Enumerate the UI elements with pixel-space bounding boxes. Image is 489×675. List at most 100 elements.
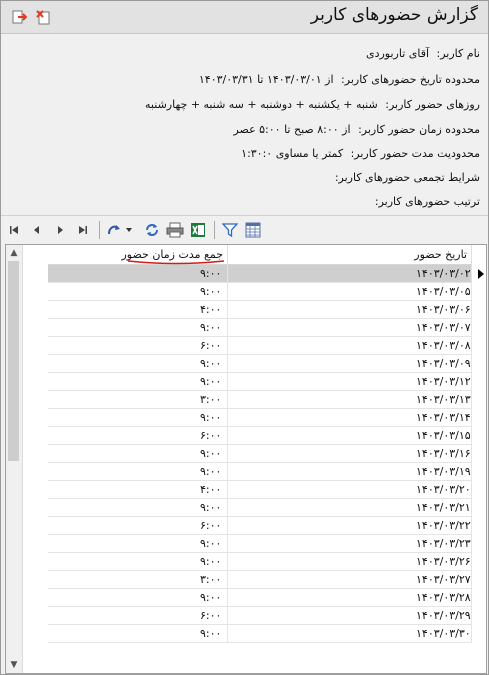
- date-cell[interactable]: ۱۴۰۳/۰۳/۱۲: [228, 373, 472, 390]
- columns-chooser-icon[interactable]: [243, 220, 263, 240]
- table-row[interactable]: ۹:۰۰ ۱۴۰۳/۰۳/۰۲: [48, 265, 484, 283]
- vertical-scrollbar[interactable]: ▲ ▼: [6, 245, 23, 673]
- date-cell[interactable]: ۱۴۰۳/۰۳/۱۳: [228, 391, 472, 408]
- date-cell[interactable]: ۱۴۰۳/۰۳/۲۸: [228, 589, 472, 606]
- previous-record-icon[interactable]: [27, 220, 47, 240]
- table-row[interactable]: ۶:۰۰ ۱۴۰۳/۰۳/۲۹: [48, 607, 472, 625]
- filter-icon[interactable]: [220, 220, 240, 240]
- table-row[interactable]: ۹:۰۰ ۱۴۰۳/۰۳/۱۲: [48, 373, 472, 391]
- duration-cell[interactable]: ۹:۰۰: [48, 373, 228, 390]
- duration-cell[interactable]: ۹:۰۰: [48, 319, 228, 336]
- info-aggregate-conditions: شرایط تجمعی حضورهای کاربر:: [334, 171, 480, 184]
- table-row[interactable]: ۶:۰۰ ۱۴۰۳/۰۳/۰۸: [48, 337, 472, 355]
- date-cell[interactable]: ۱۴۰۳/۰۳/۲۰: [228, 481, 472, 498]
- duration-cell[interactable]: ۹:۰۰: [48, 463, 228, 480]
- date-cell[interactable]: ۱۴۰۳/۰۳/۳۰: [228, 625, 472, 642]
- date-cell[interactable]: ۱۴۰۳/۰۳/۰۶: [228, 301, 472, 318]
- refresh-report-icon[interactable]: [35, 9, 51, 25]
- duration-cell[interactable]: ۹:۰۰: [48, 265, 228, 282]
- duration-cell[interactable]: ۹:۰۰: [48, 355, 228, 372]
- info-user-name: نام کاربر: آقای تاربوردی: [365, 47, 480, 60]
- duration-cell[interactable]: ۹:۰۰: [48, 553, 228, 570]
- date-cell[interactable]: ۱۴۰۳/۰۳/۰۲: [228, 265, 472, 282]
- duration-cell[interactable]: ۹:۰۰: [48, 445, 228, 462]
- print-icon[interactable]: [165, 220, 185, 240]
- table-row[interactable]: ۶:۰۰ ۱۴۰۳/۰۳/۲۲: [48, 517, 472, 535]
- report-window: گزارش حضورهای کاربر نام کاربر: آقای تارب…: [0, 0, 489, 675]
- date-cell[interactable]: ۱۴۰۳/۰۳/۱۶: [228, 445, 472, 462]
- exit-icon[interactable]: [11, 9, 28, 25]
- duration-cell[interactable]: ۹:۰۰: [48, 283, 228, 300]
- table-row[interactable]: ۹:۰۰ ۱۴۰۳/۰۳/۱۴: [48, 409, 472, 427]
- table-row[interactable]: ۶:۰۰ ۱۴۰۳/۰۳/۱۵: [48, 427, 472, 445]
- table-row[interactable]: ۴:۰۰ ۱۴۰۳/۰۳/۲۰: [48, 481, 472, 499]
- table-row[interactable]: ۹:۰۰ ۱۴۰۳/۰۳/۲۱: [48, 499, 472, 517]
- duration-cell[interactable]: ۹:۰۰: [48, 499, 228, 516]
- info-sort-order: ترتیب حضورهای کاربر:: [374, 195, 480, 208]
- table-row[interactable]: ۳:۰۰ ۱۴۰۳/۰۳/۱۳: [48, 391, 472, 409]
- date-cell[interactable]: ۱۴۰۳/۰۳/۰۷: [228, 319, 472, 336]
- redo-icon[interactable]: [105, 220, 125, 240]
- table-row[interactable]: ۹:۰۰ ۱۴۰۳/۰۳/۰۹: [48, 355, 472, 373]
- table-row[interactable]: ۴:۰۰ ۱۴۰۳/۰۳/۰۶: [48, 301, 472, 319]
- date-cell[interactable]: ۱۴۰۳/۰۳/۲۷: [228, 571, 472, 588]
- date-cell[interactable]: ۱۴۰۳/۰۳/۲۳: [228, 535, 472, 552]
- report-criteria: نام کاربر: آقای تاربوردی محدوده تاریخ حض…: [1, 37, 488, 213]
- table-row[interactable]: ۹:۰۰ ۱۴۰۳/۰۳/۰۷: [48, 319, 472, 337]
- date-cell[interactable]: ۱۴۰۳/۰۳/۲۹: [228, 607, 472, 624]
- attendance-grid: ▲ ▼ جمع مدت زمان حضور تاریخ حضور ۹:۰۰ ۱۴۰…: [5, 244, 487, 674]
- title-bar: گزارش حضورهای کاربر: [1, 1, 488, 34]
- scroll-up-icon[interactable]: ▲: [8, 247, 20, 259]
- table-row[interactable]: ۹:۰۰ ۱۴۰۳/۰۳/۲۸: [48, 589, 472, 607]
- excel-export-icon[interactable]: [188, 220, 208, 240]
- date-cell[interactable]: ۱۴۰۳/۰۳/۱۴: [228, 409, 472, 426]
- duration-cell[interactable]: ۶:۰۰: [48, 607, 228, 624]
- duration-cell[interactable]: ۶:۰۰: [48, 337, 228, 354]
- duration-cell[interactable]: ۹:۰۰: [48, 625, 228, 642]
- grid-toolbar: [1, 218, 488, 242]
- duration-cell[interactable]: ۴:۰۰: [48, 301, 228, 318]
- duration-cell[interactable]: ۳:۰۰: [48, 571, 228, 588]
- duration-cell[interactable]: ۶:۰۰: [48, 517, 228, 534]
- date-cell[interactable]: ۱۴۰۳/۰۳/۱۵: [228, 427, 472, 444]
- date-cell[interactable]: ۱۴۰۳/۰۳/۱۹: [228, 463, 472, 480]
- info-time-range: محدوده زمان حضور کاربر: از ۸:۰۰ صبح تا ۵…: [233, 123, 480, 136]
- next-record-icon[interactable]: [50, 220, 70, 240]
- window-title: گزارش حضورهای کاربر: [310, 5, 478, 25]
- toolbar-separator: [99, 221, 100, 239]
- date-cell[interactable]: ۱۴۰۳/۰۳/۲۲: [228, 517, 472, 534]
- refresh-icon[interactable]: [142, 220, 162, 240]
- table-row[interactable]: ۳:۰۰ ۱۴۰۳/۰۳/۲۷: [48, 571, 472, 589]
- info-duration-limit: محدودیت مدت حضور کاربر: کمتر یا مساوی ۱:…: [241, 147, 480, 160]
- table-row[interactable]: ۹:۰۰ ۱۴۰۳/۰۳/۱۶: [48, 445, 472, 463]
- duration-cell[interactable]: ۴:۰۰: [48, 481, 228, 498]
- scroll-down-icon[interactable]: ▼: [8, 659, 20, 671]
- date-cell[interactable]: ۱۴۰۳/۰۳/۰۹: [228, 355, 472, 372]
- current-row-indicator-icon: [478, 269, 484, 279]
- table-row[interactable]: ۹:۰۰ ۱۴۰۳/۰۳/۰۵: [48, 283, 472, 301]
- table-row[interactable]: ۹:۰۰ ۱۴۰۳/۰۳/۱۹: [48, 463, 472, 481]
- duration-cell[interactable]: ۹:۰۰: [48, 535, 228, 552]
- info-weekdays: روزهای حضور کاربر: شنبه + یکشنبه + دوشنب…: [145, 98, 480, 111]
- chevron-down-icon[interactable]: [123, 220, 135, 240]
- duration-cell[interactable]: ۳:۰۰: [48, 391, 228, 408]
- last-record-icon[interactable]: [73, 220, 93, 240]
- first-record-icon[interactable]: [4, 220, 24, 240]
- scrollbar-thumb[interactable]: [8, 261, 19, 461]
- divider: [1, 215, 488, 216]
- toolbar-separator: [214, 221, 215, 239]
- info-date-range: محدوده تاریخ حضورهای کاربر: از ۱۴۰۳/۰۳/۰…: [198, 73, 480, 86]
- date-cell[interactable]: ۱۴۰۳/۰۳/۰۸: [228, 337, 472, 354]
- date-cell[interactable]: ۱۴۰۳/۰۳/۲۶: [228, 553, 472, 570]
- column-header-date[interactable]: تاریخ حضور: [228, 245, 472, 265]
- table-row[interactable]: ۹:۰۰ ۱۴۰۳/۰۳/۳۰: [48, 625, 472, 643]
- duration-cell[interactable]: ۹:۰۰: [48, 589, 228, 606]
- date-cell[interactable]: ۱۴۰۳/۰۳/۲۱: [228, 499, 472, 516]
- column-header-duration[interactable]: جمع مدت زمان حضور: [48, 245, 228, 265]
- table-row[interactable]: ۹:۰۰ ۱۴۰۳/۰۳/۲۳: [48, 535, 472, 553]
- grid-header: جمع مدت زمان حضور تاریخ حضور: [48, 245, 472, 265]
- table-row[interactable]: ۹:۰۰ ۱۴۰۳/۰۳/۲۶: [48, 553, 472, 571]
- date-cell[interactable]: ۱۴۰۳/۰۳/۰۵: [228, 283, 472, 300]
- duration-cell[interactable]: ۹:۰۰: [48, 409, 228, 426]
- duration-cell[interactable]: ۶:۰۰: [48, 427, 228, 444]
